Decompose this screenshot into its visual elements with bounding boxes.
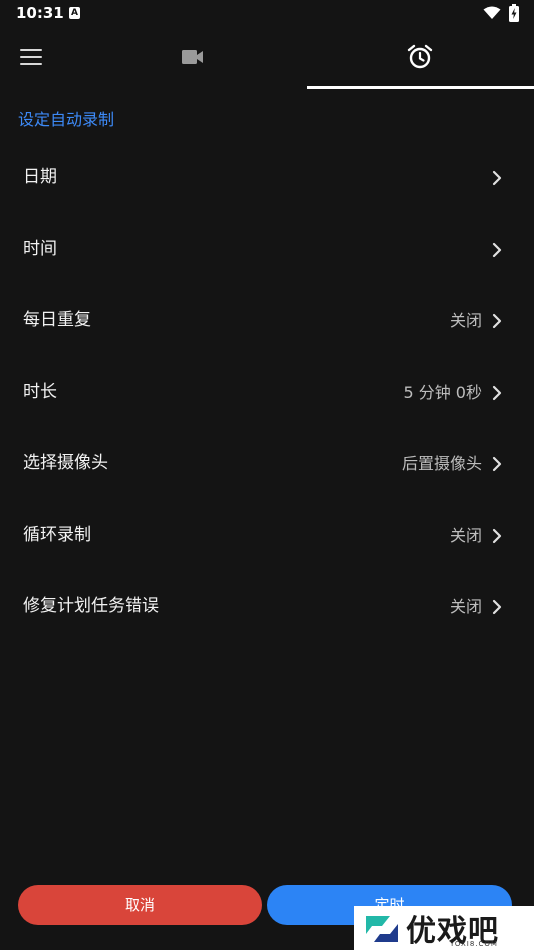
- chevron-right-icon: [492, 313, 502, 329]
- setting-value: 关闭: [449, 525, 482, 545]
- status-bar: 10:31 A: [0, 0, 534, 28]
- battery-charging-icon: [509, 4, 519, 22]
- setting-label: 日期: [23, 167, 57, 187]
- status-time: 10:31: [16, 4, 64, 22]
- notification-a-icon: A: [69, 7, 80, 19]
- setting-value: 关闭: [449, 311, 482, 330]
- chevron-right-icon: [492, 385, 502, 400]
- wifi-icon: [483, 6, 501, 19]
- setting-row-fix-scheduled-errors[interactable]: 修复计划任务错误 关闭: [0, 571, 534, 643]
- app-screen: 10:31 A 设定自动录制 日期 时间 每日重复 关闭 时长 5 分钟 0秒 …: [0, 0, 534, 950]
- menu-icon[interactable]: [20, 49, 42, 69]
- setting-label: 时间: [23, 238, 57, 259]
- section-title: 设定自动录制: [18, 110, 115, 129]
- chevron-right-icon: [492, 170, 502, 186]
- setting-label: 修复计划任务错误: [23, 596, 159, 616]
- watermark: 优戏吧 YOXI8.COM: [354, 906, 534, 950]
- setting-row-daily-repeat[interactable]: 每日重复 关闭: [0, 285, 534, 357]
- watermark-domain: YOXI8.COM: [450, 940, 498, 948]
- setting-row-loop-recording[interactable]: 循环录制 关闭: [0, 500, 534, 572]
- watermark-logo-icon: [366, 916, 398, 942]
- chevron-right-icon: [492, 456, 502, 472]
- setting-value: 后置摄像头: [401, 454, 482, 473]
- tab-selected-indicator: [307, 86, 534, 89]
- tab-timer[interactable]: [307, 28, 534, 88]
- setting-value: 5 分钟 0秒: [403, 382, 482, 402]
- setting-label: 时长: [23, 381, 57, 402]
- setting-row-time[interactable]: 时间: [0, 214, 534, 286]
- tab-camera[interactable]: [110, 28, 278, 88]
- setting-row-camera-select[interactable]: 选择摄像头 后置摄像头: [0, 428, 534, 500]
- alarm-clock-icon: [407, 44, 433, 69]
- setting-label: 每日重复: [23, 310, 91, 330]
- setting-label: 循环录制: [23, 524, 91, 545]
- tab-bar: [0, 28, 534, 90]
- settings-list: 日期 时间 每日重复 关闭 时长 5 分钟 0秒 选择摄像头 后置摄像头 循环录…: [0, 142, 534, 643]
- chevron-right-icon: [492, 528, 502, 543]
- chevron-right-icon: [492, 599, 502, 615]
- video-camera-icon: [182, 50, 203, 64]
- setting-value: 关闭: [449, 597, 482, 616]
- cancel-button[interactable]: 取消: [18, 885, 262, 925]
- chevron-right-icon: [492, 242, 502, 257]
- setting-row-date[interactable]: 日期: [0, 142, 534, 214]
- setting-label: 选择摄像头: [23, 453, 108, 473]
- setting-row-duration[interactable]: 时长 5 分钟 0秒: [0, 357, 534, 429]
